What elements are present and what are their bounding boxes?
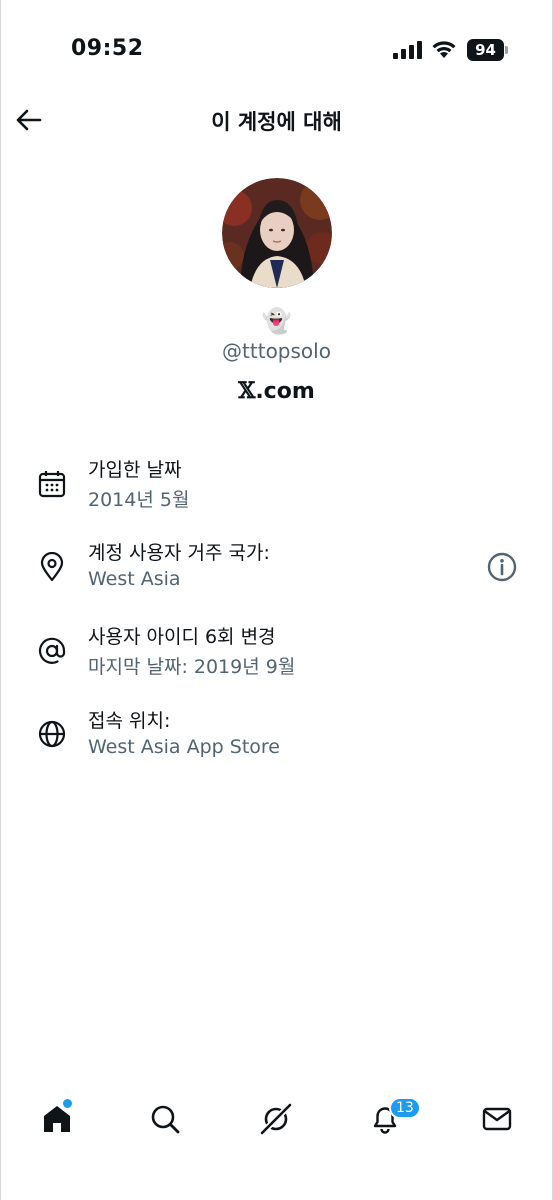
bottom-nav: 13 [1,1090,552,1150]
globe-icon [38,720,66,748]
status-bar: 09:52 94 [1,0,552,96]
affiliation-domain: .com [255,379,315,404]
battery-level: 94 [467,39,504,61]
about-account-screen: 09:52 94 이 계정에 대해 👻 @tttopsolo 𝕏.com 가입한… [0,0,553,1200]
profile-handle: @tttopsolo [222,339,331,363]
info-row-joined: 가입한 날짜 2014년 5월 [1,455,552,525]
home-unread-dot [63,1099,72,1108]
avatar[interactable] [222,178,332,288]
info-value-username-changes: 마지막 날짜: 2019년 9월 [88,656,296,678]
info-value-country: West Asia [88,568,181,590]
info-title-username-changes: 사용자 아이디 6회 변경 [88,626,276,648]
profile-emoji: 👻 [261,307,292,335]
info-row-username-changes: 사용자 아이디 6회 변경 마지막 날짜: 2019년 9월 [1,622,552,692]
info-value-connected-via: West Asia App Store [88,736,280,758]
status-time: 09:52 [71,36,144,61]
top-header: 이 계정에 대해 [1,96,552,144]
at-sign-icon [38,637,66,664]
info-row-connected-via: 접속 위치: West Asia App Store [1,706,552,776]
page-title: 이 계정에 대해 [211,110,342,134]
calendar-icon [38,471,66,498]
info-value-joined: 2014년 5월 [88,489,190,511]
x-logo: 𝕏 [238,378,256,404]
messages-icon[interactable] [480,1102,514,1136]
battery-cap [505,46,508,54]
notification-count-badge: 13 [389,1097,421,1119]
location-pin-icon [40,552,64,582]
wifi-icon [432,41,456,58]
info-circle-icon[interactable] [486,551,518,583]
info-title-connected-via: 접속 위치: [88,710,171,732]
info-title-country: 계정 사용자 거주 국가: [88,542,270,564]
grok-icon[interactable] [259,1102,293,1136]
battery-icon: 94 [467,39,509,61]
info-row-country: 계정 사용자 거주 국가: West Asia [1,538,552,608]
info-title-joined: 가입한 날짜 [88,459,182,481]
affiliation-label: 𝕏.com [1,378,552,404]
search-icon[interactable] [148,1102,182,1136]
cellular-signal-icon [393,41,422,59]
